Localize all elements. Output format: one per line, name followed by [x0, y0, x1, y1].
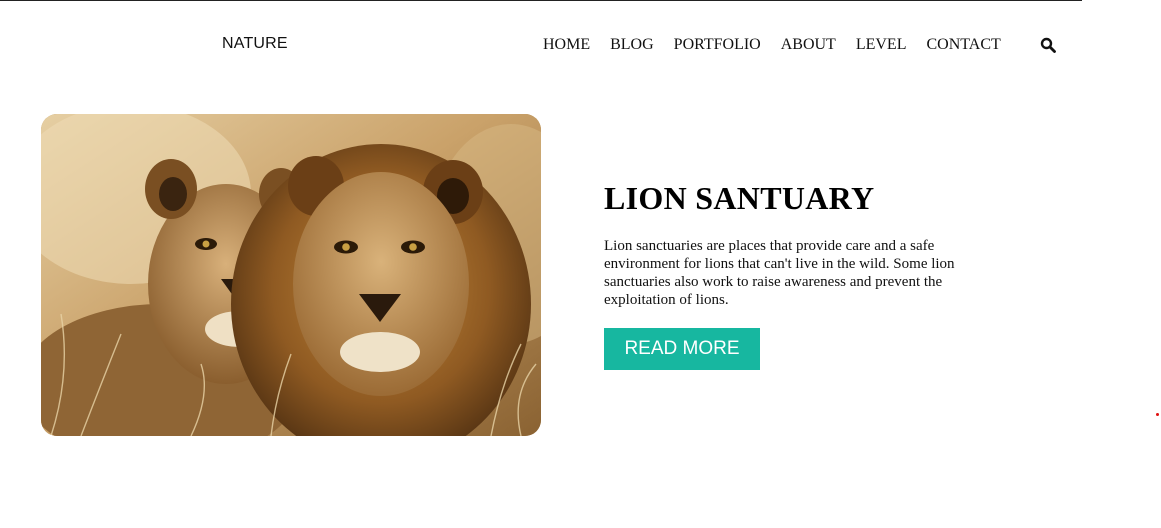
nav-link-about[interactable]: ABOUT: [781, 36, 836, 54]
hero-description: Lion sanctuaries are places that provide…: [604, 238, 955, 308]
nav-link-level[interactable]: LEVEL: [856, 36, 907, 54]
nav-link-contact[interactable]: CONTACT: [926, 36, 1000, 54]
hero-lion-image: [41, 114, 541, 436]
main-nav: HOME BLOG PORTFOLIO ABOUT LEVEL CONTACT: [543, 36, 1001, 54]
stray-red-dot: [1156, 413, 1159, 416]
nav-link-portfolio[interactable]: PORTFOLIO: [674, 36, 761, 54]
search-icon: [1040, 37, 1056, 53]
site-header: NATURE HOME BLOG PORTFOLIO ABOUT LEVEL C…: [0, 0, 1161, 90]
lion-illustration: [41, 114, 541, 436]
brand-logo-link[interactable]: NATURE: [222, 35, 288, 53]
hero-content: LION SANTUARY Lion sanctuaries are place…: [604, 180, 1004, 309]
nav-link-home[interactable]: HOME: [543, 36, 590, 54]
read-more-button[interactable]: READ MORE: [604, 328, 760, 370]
nav-link-blog[interactable]: BLOG: [610, 36, 654, 54]
hero-title: LION SANTUARY: [604, 180, 875, 216]
search-button[interactable]: [1040, 37, 1056, 53]
